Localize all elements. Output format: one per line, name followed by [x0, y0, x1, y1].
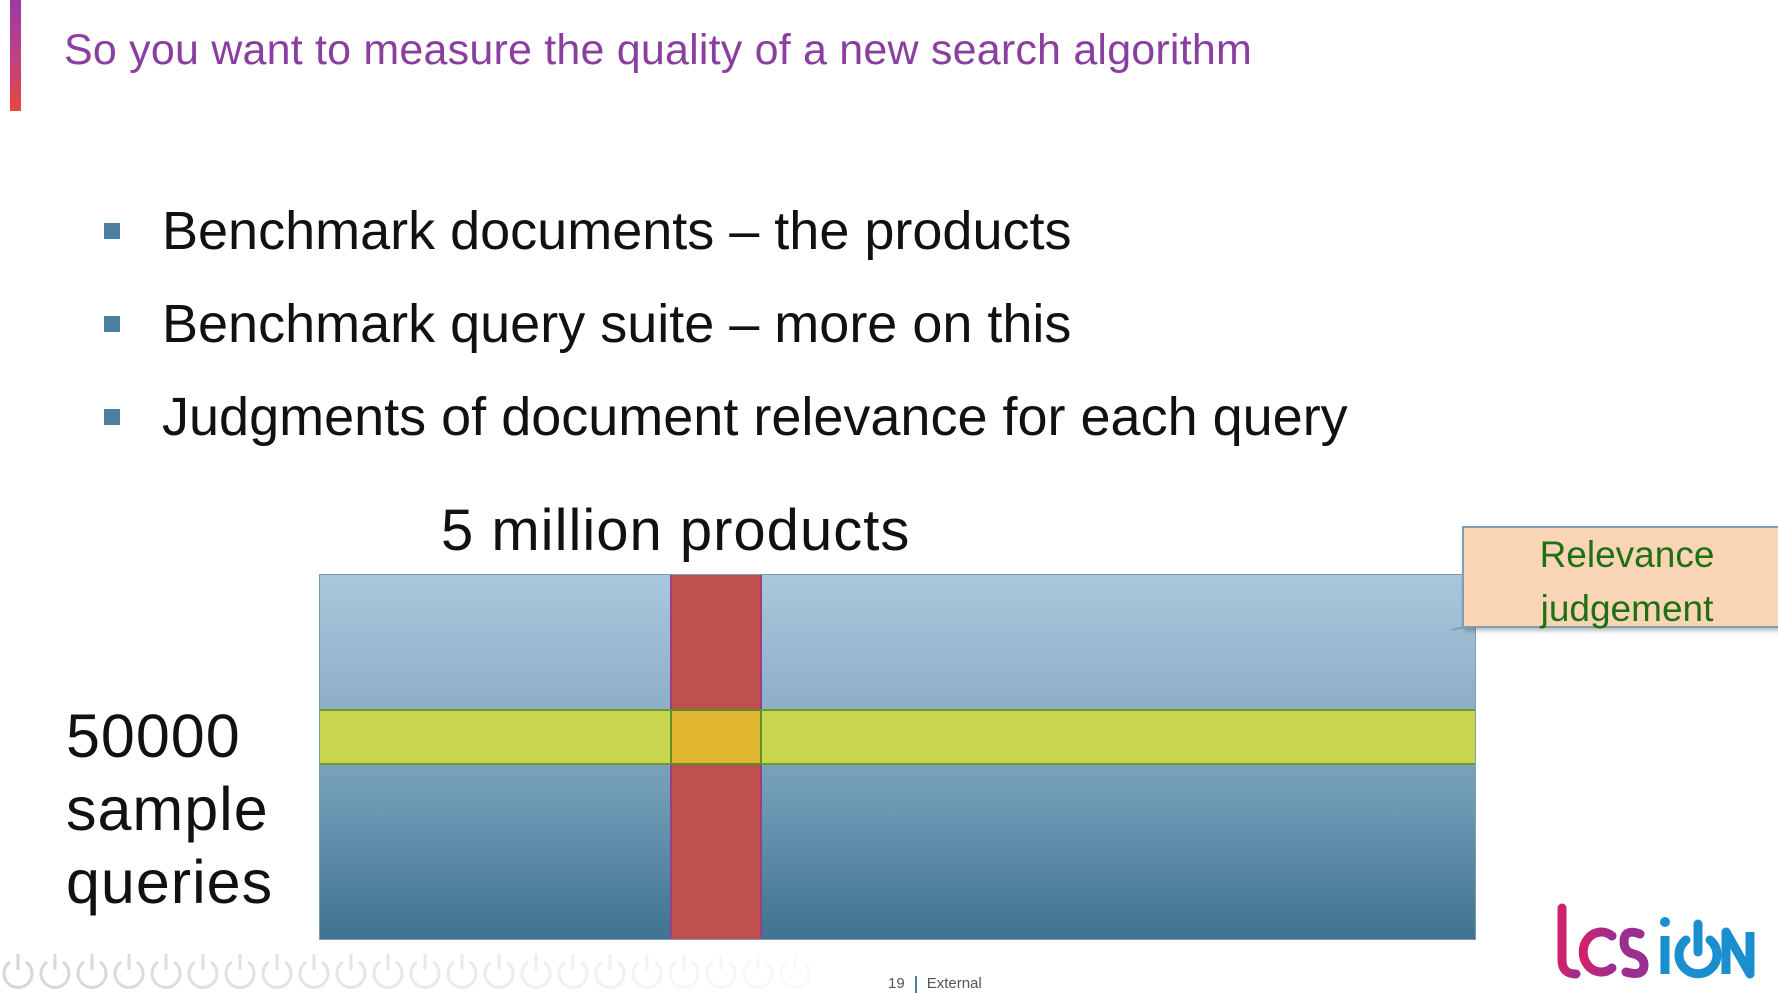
- bullet-text: Benchmark query suite – more on this: [162, 293, 1072, 354]
- queries-label-line: queries: [66, 848, 274, 916]
- bullet-item: Benchmark query suite – more on this: [104, 277, 1348, 370]
- products-axis-label: 5 million products: [441, 498, 911, 563]
- query-product-matrix: [319, 574, 1476, 940]
- bullet-text: Judgments of document relevance for each…: [162, 386, 1348, 447]
- title-accent-bar: [10, 0, 21, 111]
- bullet-item: Judgments of document relevance for each…: [104, 370, 1348, 463]
- query-row-highlight: [320, 709, 1475, 765]
- footer-divider: [914, 975, 917, 993]
- callout-line: Relevance: [1539, 534, 1715, 575]
- queries-axis-label: 50000 sample queries: [66, 700, 273, 919]
- queries-label-line: 50000: [66, 702, 241, 770]
- queries-label-line: sample: [66, 775, 269, 843]
- square-bullet-icon: [104, 408, 120, 425]
- square-bullet-icon: [104, 222, 120, 239]
- footer: 19 External: [888, 975, 982, 993]
- relevance-cell: [670, 709, 762, 765]
- bullet-item: Benchmark documents – the products: [104, 184, 1348, 277]
- square-bullet-icon: [104, 315, 120, 332]
- slide-title: So you want to measure the quality of a …: [64, 26, 1252, 74]
- power-icon-pattern: [2, 954, 811, 989]
- page-number: 19: [888, 975, 905, 992]
- callout-line: judgement: [1540, 588, 1714, 629]
- tcs-ion-logo-icon: [1552, 903, 1755, 979]
- bullet-text: Benchmark documents – the products: [162, 200, 1072, 261]
- classification-label: External: [926, 975, 982, 992]
- relevance-judgement-callout: Relevance judgement: [1462, 526, 1778, 629]
- bullet-list: Benchmark documents – the products Bench…: [104, 184, 1348, 463]
